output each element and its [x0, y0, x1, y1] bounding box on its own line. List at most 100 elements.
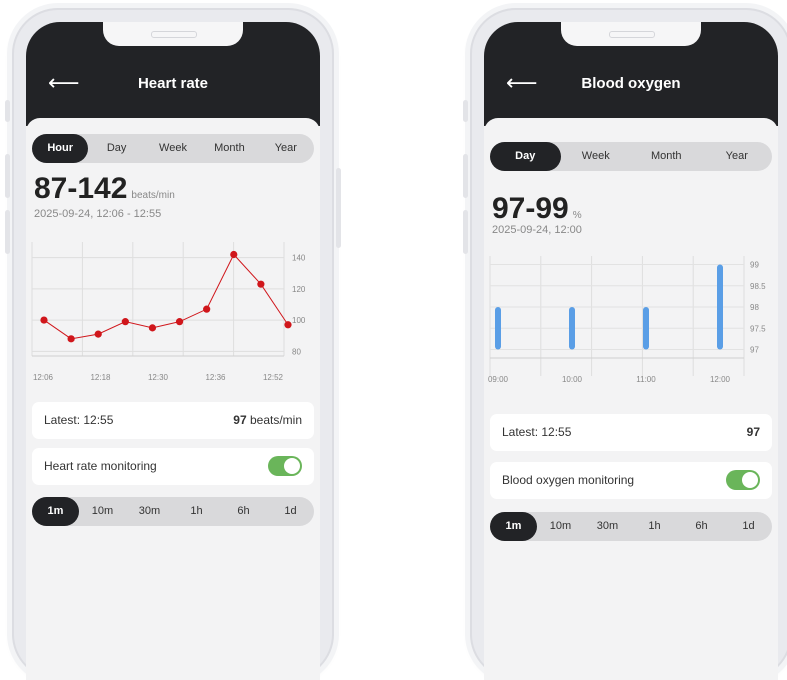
date-range: 2025-09-24, 12:00	[492, 224, 582, 236]
interval-6h[interactable]: 6h	[220, 497, 267, 526]
latest-label: Latest: 12:55	[502, 425, 572, 439]
heart-rate-point	[40, 316, 48, 324]
interval-6h[interactable]: 6h	[678, 512, 725, 541]
x-tick-label: 12:36	[205, 373, 226, 380]
interval-1m[interactable]: 1m	[490, 512, 537, 541]
latest-value: 97	[233, 413, 247, 427]
x-tick-label: 12:52	[263, 373, 284, 380]
tab-year[interactable]: Year	[702, 142, 773, 171]
latest-reading: 97 beats/min	[233, 413, 302, 427]
volume-down-button	[5, 210, 10, 254]
interval-1d[interactable]: 1d	[267, 497, 314, 526]
notch	[103, 22, 243, 46]
y-tick-label: 140	[292, 254, 306, 263]
tab-week[interactable]: Week	[145, 134, 201, 163]
heart-rate-point	[67, 335, 75, 343]
y-tick-label: 97	[750, 346, 759, 355]
monitoring-card: Blood oxygen monitoring	[490, 462, 772, 499]
mute-switch	[5, 100, 10, 122]
toggle-knob	[742, 472, 758, 488]
y-tick-label: 80	[292, 347, 301, 356]
oxygen-bar	[495, 307, 501, 350]
tab-month[interactable]: Month	[631, 142, 702, 171]
heart-rate-point	[230, 250, 238, 259]
interval-10m[interactable]: 10m	[79, 497, 126, 526]
range-value: 87-142	[34, 172, 128, 205]
volume-up-button	[5, 154, 10, 198]
range-readout: 87-142 beats/min	[34, 172, 175, 206]
volume-up-button	[463, 154, 468, 198]
interval-1h[interactable]: 1h	[173, 497, 220, 526]
x-tick-label: 12:18	[90, 373, 111, 380]
latest-value: 97	[746, 425, 760, 439]
monitoring-toggle[interactable]	[726, 470, 760, 490]
interval-1m[interactable]: 1m	[32, 497, 79, 526]
y-tick-label: 120	[292, 285, 306, 294]
monitoring-label: Heart rate monitoring	[44, 459, 157, 473]
range-unit: %	[572, 210, 582, 221]
period-tabs: Hour Day Week Month Year	[32, 134, 314, 163]
latest-card: Latest: 12:55 97 beats/min	[32, 402, 314, 439]
content: Hour Day Week Month Year 87-142 beats/min…	[26, 118, 320, 680]
tab-day[interactable]: Day	[88, 134, 144, 163]
oxygen-bar	[643, 307, 649, 350]
volume-down-button	[463, 210, 468, 254]
speaker	[609, 31, 655, 38]
x-tick-label: 11:00	[636, 375, 656, 384]
left-phone: ⟵ Heart rate Hour Day Week Month Year 87…	[5, 8, 341, 680]
oxygen-bar	[569, 307, 575, 350]
x-tick-label: 10:00	[562, 375, 583, 384]
notch	[561, 22, 701, 46]
interval-10m[interactable]: 10m	[537, 512, 584, 541]
heart-rate-point	[257, 280, 265, 288]
mute-switch	[463, 100, 468, 122]
period-tabs: Day Week Month Year	[490, 142, 772, 171]
interval-tabs: 1m 10m 30m 1h 6h 1d	[32, 497, 314, 526]
content: Day Week Month Year 97-99% 2025-09-24, 1…	[484, 118, 778, 680]
y-tick-label: 97.5	[750, 324, 766, 333]
monitoring-toggle[interactable]	[268, 456, 302, 476]
monitoring-card: Heart rate monitoring	[32, 448, 314, 485]
latest-reading: 97	[747, 425, 760, 439]
tab-month[interactable]: Month	[201, 134, 257, 163]
heart-rate-screen: ⟵ Heart rate Hour Day Week Month Year 87…	[26, 22, 320, 680]
heart-rate-line	[43, 253, 289, 340]
monitoring-label: Blood oxygen monitoring	[502, 473, 635, 487]
latest-card: Latest: 12:55 97	[490, 414, 772, 451]
interval-1h[interactable]: 1h	[631, 512, 678, 541]
page-title: Blood oxygen	[581, 75, 681, 92]
tab-year[interactable]: Year	[258, 134, 314, 163]
blood-oxygen-screen: ⟵ Blood oxygen Day Week Month Year 97-99…	[484, 22, 778, 680]
tab-week[interactable]: Week	[561, 142, 632, 171]
heart-rate-point	[148, 324, 157, 332]
speaker	[151, 31, 197, 38]
blood-oxygen-chart: 99 98.5 98 97.5 97 09:00 10:00 11:00 12:00	[488, 256, 766, 384]
range-readout: 97-99%	[492, 192, 582, 226]
date-range: 2025-09-24, 12:06 - 12:55	[34, 208, 162, 220]
toggle-knob	[284, 458, 300, 474]
heart-rate-point	[121, 318, 129, 326]
heart-rate-point	[284, 321, 292, 329]
heart-rate-point	[203, 305, 211, 313]
latest-unit: beats/min	[246, 413, 302, 427]
interval-30m[interactable]: 30m	[584, 512, 631, 541]
page-title: Heart rate	[137, 75, 209, 92]
interval-tabs: 1m 10m 30m 1h 6h 1d	[490, 512, 772, 541]
y-tick-label: 98	[750, 303, 759, 312]
x-tick-label: 12:30	[148, 373, 169, 380]
x-tick-label: 09:00	[488, 375, 509, 384]
range-value: 97-99	[492, 192, 569, 225]
heart-rate-point	[94, 330, 102, 338]
tab-hour[interactable]: Hour	[32, 134, 89, 163]
latest-label: Latest: 12:55	[44, 413, 114, 427]
range-unit: beats/min	[131, 190, 175, 201]
oxygen-bar	[717, 264, 723, 350]
interval-30m[interactable]: 30m	[126, 497, 173, 526]
heart-rate-point	[175, 318, 184, 326]
y-tick-label: 99	[750, 261, 759, 270]
interval-1d[interactable]: 1d	[725, 512, 772, 541]
heart-rate-chart: 140 120 100 80 12:06 12:18 12:30 12:36 12:52	[31, 242, 306, 380]
x-tick-label: 12:00	[710, 375, 731, 384]
y-tick-label: 98.5	[750, 282, 766, 291]
tab-day[interactable]: Day	[490, 142, 561, 171]
